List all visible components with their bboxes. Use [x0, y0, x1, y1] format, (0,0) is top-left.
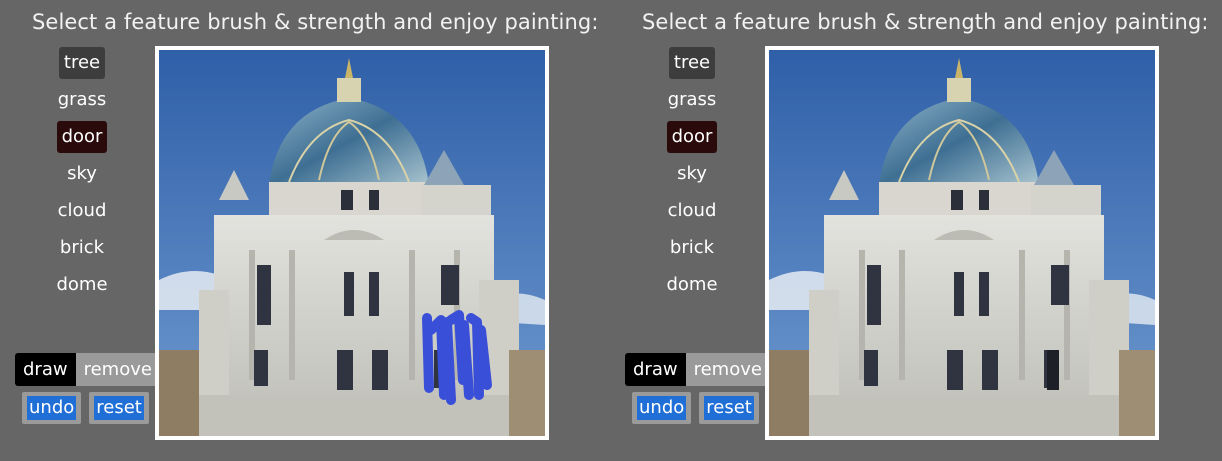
remove-button[interactable]: remove: [685, 353, 770, 386]
mode-toggle: draw remove: [15, 353, 160, 386]
painting-canvas[interactable]: [765, 46, 1159, 440]
remove-button[interactable]: remove: [75, 353, 160, 386]
action-row: undo reset: [632, 392, 759, 424]
feature-dome[interactable]: dome: [661, 269, 722, 301]
feature-brick[interactable]: brick: [665, 232, 719, 264]
panel-title: Select a feature brush & strength and en…: [32, 10, 599, 34]
painting-canvas[interactable]: [155, 46, 549, 440]
feature-brush-list: tree grass door sky cloud brick dome: [35, 47, 129, 306]
right-panel: Select a feature brush & strength and en…: [610, 0, 1208, 461]
reset-button[interactable]: reset: [94, 396, 144, 420]
feature-grass[interactable]: grass: [663, 84, 722, 116]
undo-button[interactable]: undo: [27, 396, 77, 420]
feature-cloud[interactable]: cloud: [53, 195, 112, 227]
feature-brick[interactable]: brick: [55, 232, 109, 264]
action-row: undo reset: [22, 392, 149, 424]
feature-dome[interactable]: dome: [51, 269, 112, 301]
draw-button[interactable]: draw: [625, 353, 686, 386]
building-image: [159, 50, 545, 436]
feature-brush-list: tree grass door sky cloud brick dome: [645, 47, 739, 306]
feature-sky[interactable]: sky: [62, 158, 102, 190]
feature-cloud[interactable]: cloud: [663, 195, 722, 227]
building-image: [769, 50, 1155, 436]
reset-box: reset: [699, 392, 759, 424]
feature-door[interactable]: door: [56, 121, 108, 153]
undo-button[interactable]: undo: [637, 396, 687, 420]
mode-toggle: draw remove: [625, 353, 770, 386]
feature-sky[interactable]: sky: [672, 158, 712, 190]
feature-tree[interactable]: tree: [668, 47, 716, 79]
reset-box: reset: [89, 392, 149, 424]
feature-door[interactable]: door: [666, 121, 718, 153]
feature-grass[interactable]: grass: [53, 84, 112, 116]
left-panel: Select a feature brush & strength and en…: [0, 0, 598, 461]
reset-button[interactable]: reset: [704, 396, 754, 420]
undo-box: undo: [22, 392, 82, 424]
draw-button[interactable]: draw: [15, 353, 76, 386]
panel-title: Select a feature brush & strength and en…: [642, 10, 1209, 34]
undo-box: undo: [632, 392, 692, 424]
feature-tree[interactable]: tree: [58, 47, 106, 79]
